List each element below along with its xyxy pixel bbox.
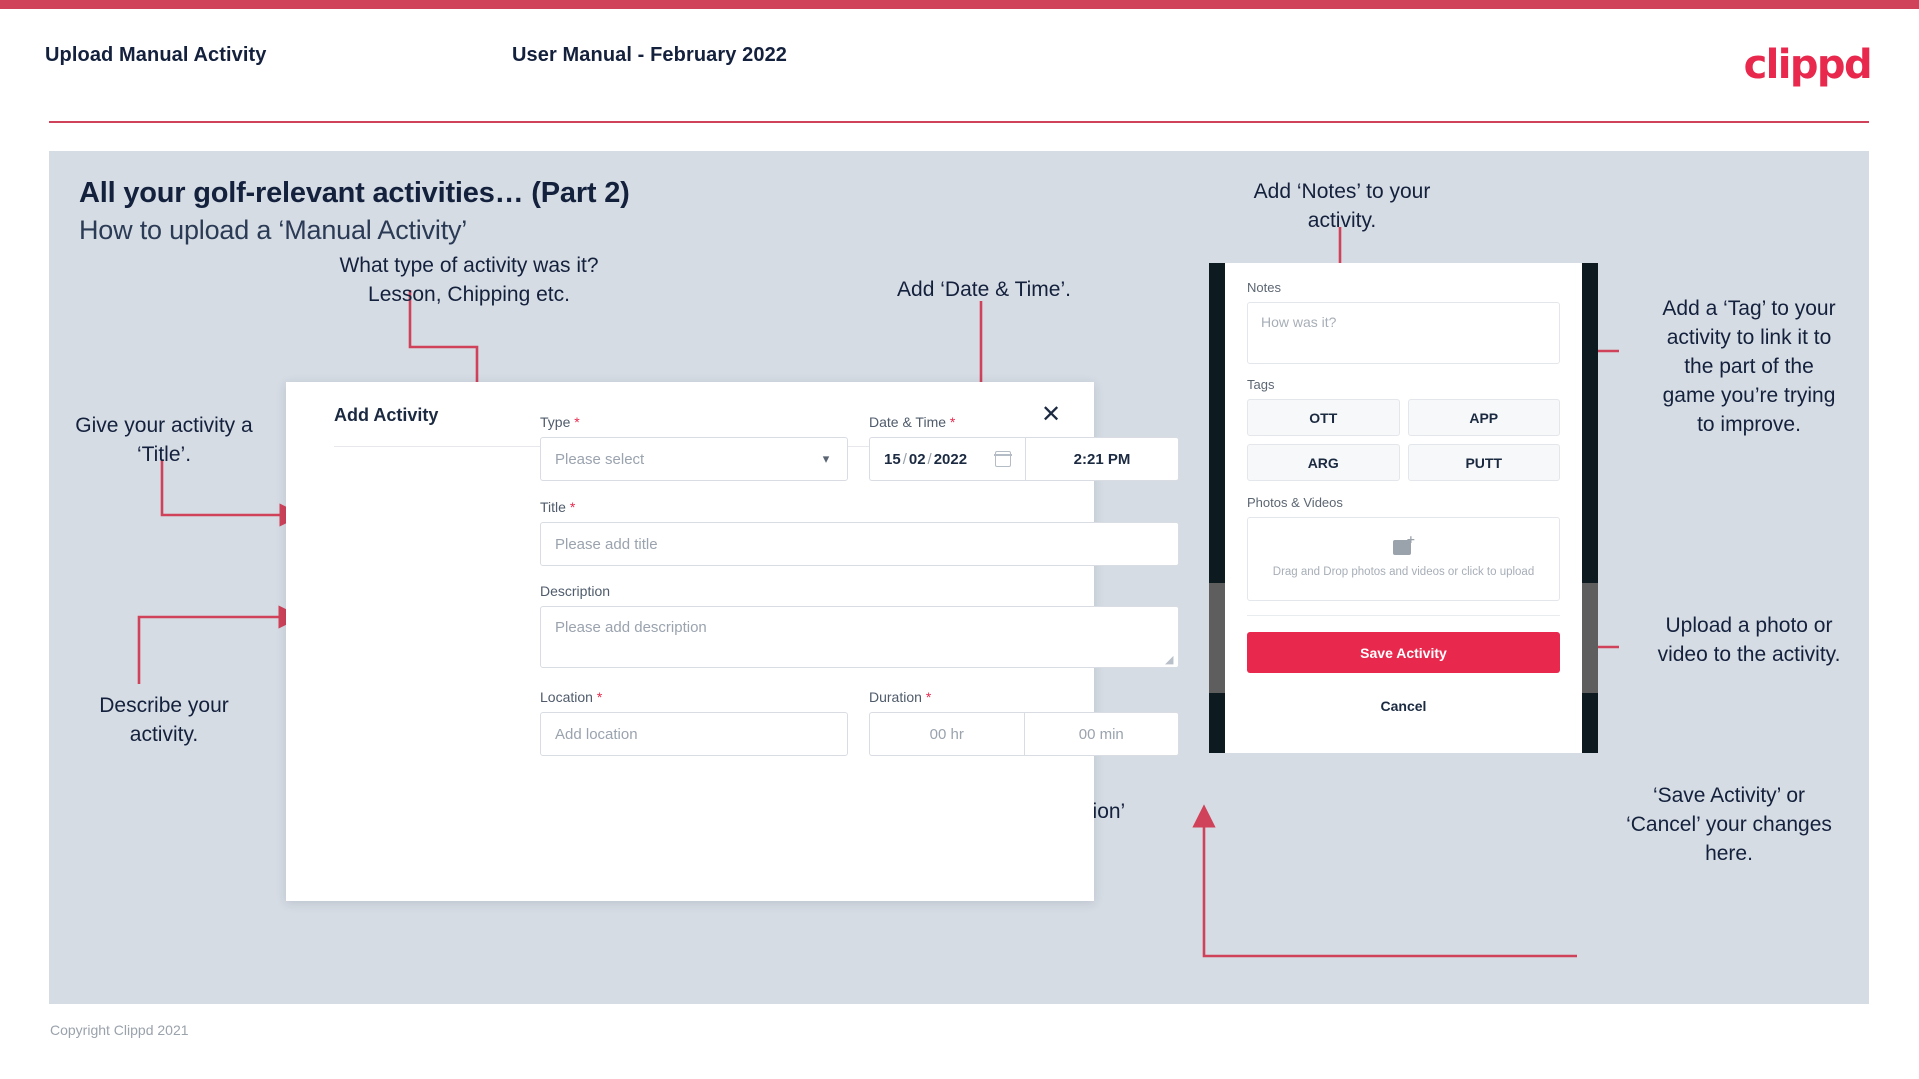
field-datetime-label-text: Date & Time xyxy=(869,414,947,430)
save-activity-button[interactable]: Save Activity xyxy=(1247,632,1560,673)
annotation-describe: Describe your activity. xyxy=(99,694,229,746)
field-title-required: * xyxy=(569,499,576,515)
field-duration: Duration * 00 hr 00 min xyxy=(869,689,1179,756)
annotation-datetime: Add ‘Date & Time’. xyxy=(897,278,1071,301)
field-location-label-text: Location xyxy=(540,689,593,705)
chevron-down-icon: ▾ xyxy=(822,451,830,467)
notes-label: Notes xyxy=(1247,280,1281,295)
field-description-label-text: Description xyxy=(540,583,611,599)
slide-subheading: How to upload a ‘Manual Activity’ xyxy=(79,215,468,245)
footer-copyright: Copyright Clippd 2021 xyxy=(50,1022,189,1038)
title-placeholder: Please add title xyxy=(555,535,658,553)
annotation-tag: Add a ‘Tag’ to your activity to link it … xyxy=(1662,297,1836,436)
date-input[interactable]: 15/02/2022 xyxy=(869,437,1025,481)
tags-grid: OTT APP ARG PUTT xyxy=(1247,399,1560,481)
duration-hours-placeholder: 00 hr xyxy=(929,725,964,743)
add-activity-dialog: Add Activity ✕ Type * Please select ▾ Da… xyxy=(286,382,1179,901)
field-description: Description Please add description ◢ xyxy=(540,583,1179,668)
phone-content: Notes How was it? Tags OTT APP ARG PUTT … xyxy=(1225,263,1582,601)
photos-videos-label: Photos & Videos xyxy=(1247,495,1343,510)
dropzone-text: Drag and Drop photos and videos or click… xyxy=(1272,566,1535,578)
page-root: Upload Manual Activity User Manual - Feb… xyxy=(0,0,1919,1079)
date-month: 02 xyxy=(908,450,926,468)
cancel-button[interactable]: Cancel xyxy=(1225,698,1582,714)
tag-app[interactable]: APP xyxy=(1407,399,1560,436)
top-accent-bar xyxy=(0,0,1919,9)
description-textarea[interactable]: Please add description ◢ xyxy=(540,606,1179,668)
phone-bezel-left xyxy=(1209,263,1225,753)
time-value: 2:21 PM xyxy=(1073,450,1131,468)
field-type-label-text: Type xyxy=(540,414,571,430)
tag-arg[interactable]: ARG xyxy=(1247,444,1400,481)
field-type: Type * Please select ▾ xyxy=(540,414,848,481)
title-input[interactable]: Please add title xyxy=(540,522,1179,566)
datetime-controls: 15/02/2022 2:21 PM xyxy=(869,437,1179,481)
header-divider xyxy=(49,121,1869,123)
resize-handle-icon[interactable]: ◢ xyxy=(1165,655,1175,666)
phone-bezel-right xyxy=(1582,263,1598,753)
phone-mockup: Notes How was it? Tags OTT APP ARG PUTT … xyxy=(1209,263,1598,753)
date-sep-2: / xyxy=(927,450,932,468)
phone-bezel-right-segment xyxy=(1582,583,1598,693)
annotation-type: What type of activity was it? Lesson, Ch… xyxy=(339,254,599,306)
date-sep-1: / xyxy=(902,450,907,468)
field-datetime-required: * xyxy=(949,414,956,430)
annotation-notes: Add ‘Notes’ to your activity. xyxy=(1253,180,1431,232)
notes-placeholder: How was it? xyxy=(1261,314,1337,330)
add-photo-icon: + xyxy=(1392,533,1416,556)
tag-ott[interactable]: OTT xyxy=(1247,399,1400,436)
date-year: 2022 xyxy=(933,450,968,468)
phone-screen: Notes How was it? Tags OTT APP ARG PUTT … xyxy=(1225,263,1582,753)
date-parts: 15/02/2022 xyxy=(884,451,967,468)
field-location-required: * xyxy=(596,689,603,705)
tags-label: Tags xyxy=(1247,377,1275,392)
type-select[interactable]: Please select ▾ xyxy=(540,437,848,481)
slide-heading: All your golf-relevant activities… (Part… xyxy=(79,177,630,209)
tag-putt[interactable]: PUTT xyxy=(1407,444,1560,481)
field-type-required: * xyxy=(574,414,580,430)
notes-textarea[interactable]: How was it? xyxy=(1247,302,1560,364)
field-duration-label: Duration * xyxy=(869,689,1179,705)
clippd-logo: clippd xyxy=(1743,42,1873,88)
document-subtitle: User Manual - February 2022 xyxy=(512,44,788,66)
annotation-upload: Upload a photo or video to the activity. xyxy=(1657,614,1841,666)
duration-controls: 00 hr 00 min xyxy=(869,712,1179,756)
field-duration-required: * xyxy=(925,689,932,705)
field-description-label: Description xyxy=(540,583,1179,599)
annotation-title: Give your activity a ‘Title’. xyxy=(75,414,253,466)
phone-bezel-left-segment xyxy=(1209,583,1225,693)
calendar-icon[interactable] xyxy=(994,451,1012,467)
description-placeholder: Please add description xyxy=(555,619,707,636)
field-title-label: Title * xyxy=(540,499,1179,515)
field-title: Title * Please add title xyxy=(540,499,1179,566)
field-datetime-label: Date & Time * xyxy=(869,414,1179,430)
page-title: Upload Manual Activity xyxy=(45,44,267,66)
field-title-label-text: Title xyxy=(540,499,566,515)
field-datetime: Date & Time * 15/02/2022 2:21 PM xyxy=(869,414,1179,481)
location-placeholder: Add location xyxy=(555,725,638,743)
time-input[interactable]: 2:21 PM xyxy=(1025,437,1179,481)
annotation-save: ‘Save Activity’ or ‘Cancel’ your changes… xyxy=(1626,784,1832,865)
location-input[interactable]: Add location xyxy=(540,712,848,756)
duration-minutes-input[interactable]: 00 min xyxy=(1023,712,1179,756)
date-day: 15 xyxy=(884,450,901,468)
duration-hours-input[interactable]: 00 hr xyxy=(869,712,1024,756)
field-location-label: Location * xyxy=(540,689,848,705)
field-duration-label-text: Duration xyxy=(869,689,922,705)
duration-minutes-placeholder: 00 min xyxy=(1078,725,1124,743)
slide-canvas: All your golf-relevant activities… (Part… xyxy=(49,151,1869,1004)
phone-divider xyxy=(1247,615,1560,616)
field-location: Location * Add location xyxy=(540,689,848,756)
type-select-placeholder: Please select xyxy=(555,450,645,468)
dialog-title: Add Activity xyxy=(334,405,439,425)
field-type-label: Type * xyxy=(540,414,848,430)
photo-upload-dropzone[interactable]: + Drag and Drop photos and videos or cli… xyxy=(1247,517,1560,601)
add-photo-icon-plus: + xyxy=(1406,533,1416,546)
